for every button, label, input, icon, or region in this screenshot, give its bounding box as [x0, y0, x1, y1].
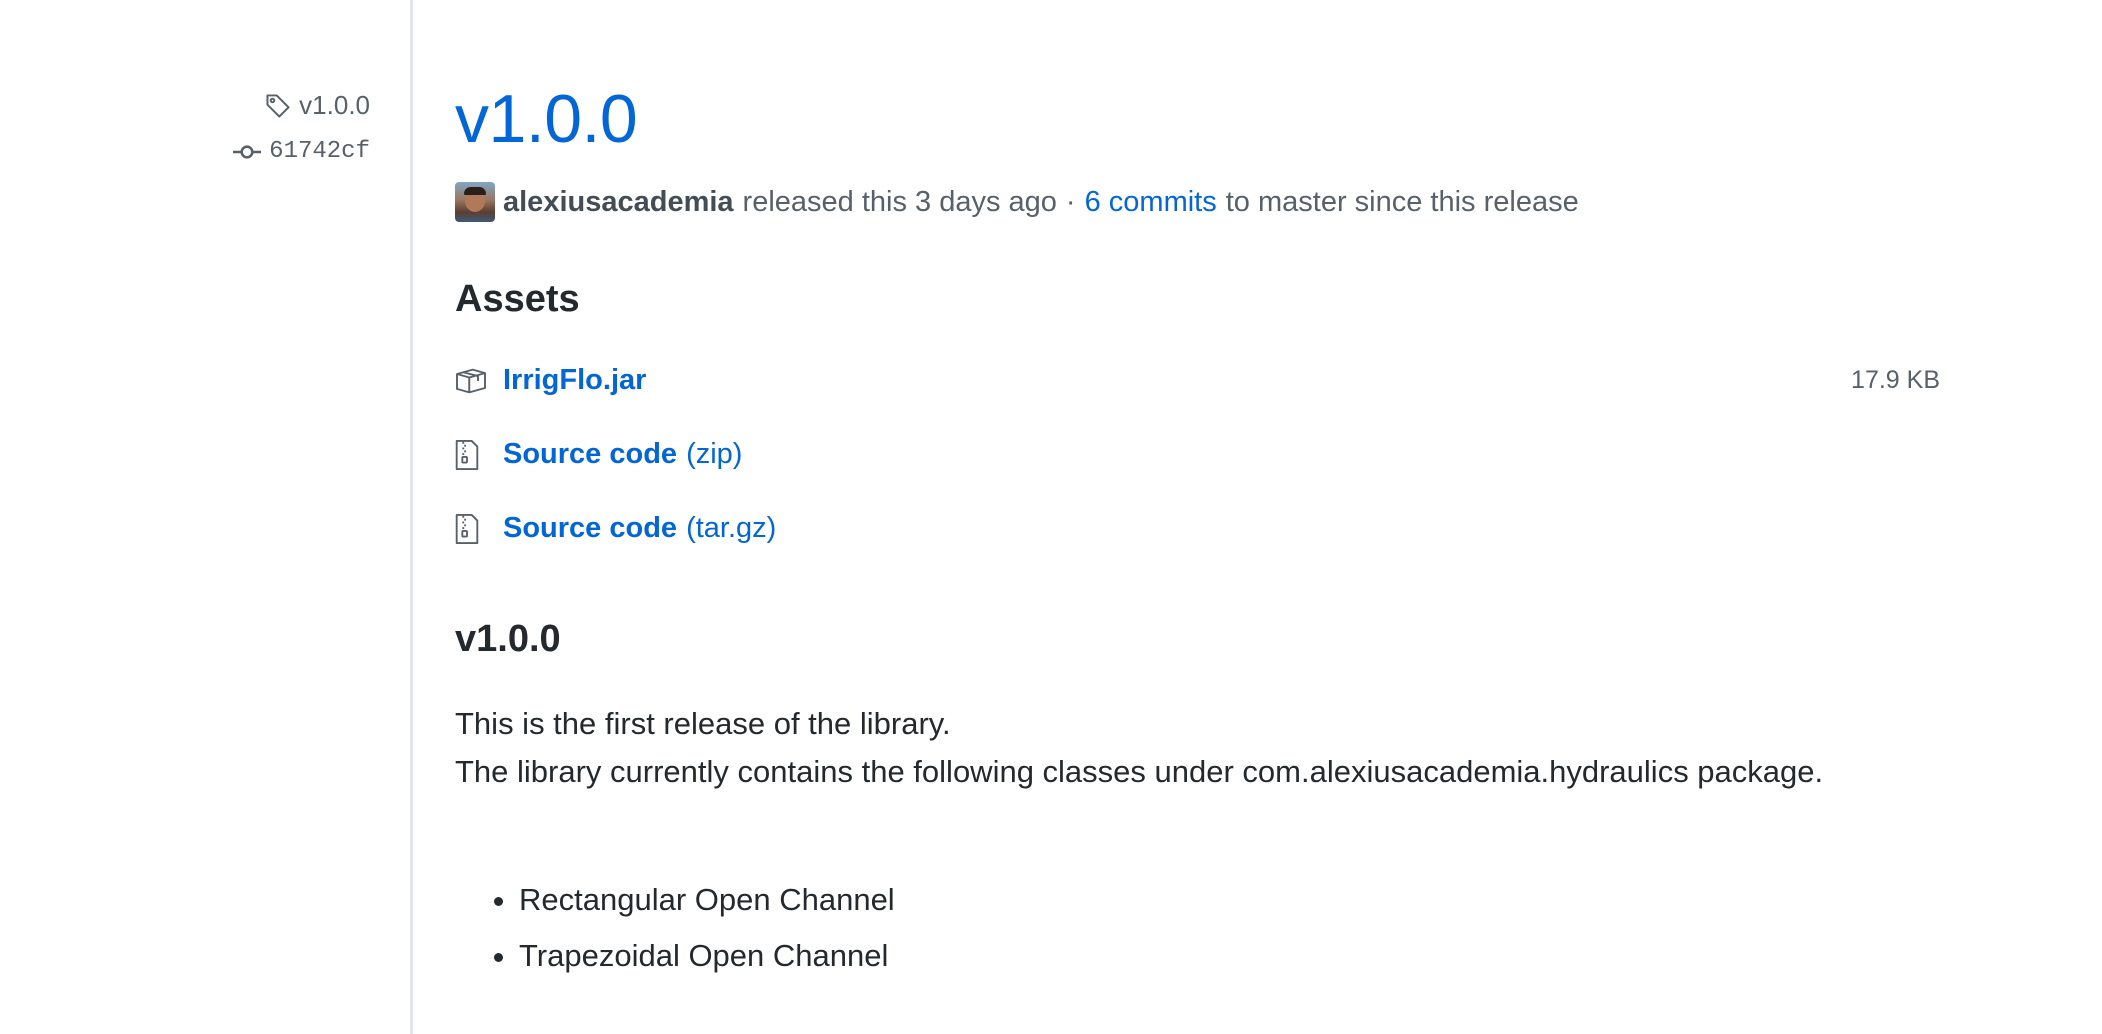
file-zip-icon [455, 439, 489, 470]
avatar[interactable] [455, 182, 495, 222]
asset-size: 17.9 KB [1851, 366, 1940, 394]
release-notes-body: This is the first release of the library… [455, 700, 1875, 796]
byline-separator: · [1065, 185, 1076, 218]
source-code-zip-ext[interactable]: (zip) [686, 438, 742, 471]
asset-row: IrrigFlo.jar 17.9 KB [455, 364, 1940, 397]
tag-icon [265, 93, 291, 119]
released-text: released this 3 days ago [742, 185, 1057, 218]
author-link[interactable]: alexiusacademia [503, 186, 734, 219]
release-page: v1.0.0 61742cf v1.0.0 alexiusacademia re… [0, 0, 2102, 1034]
list-item: Rectangular Open Channel [519, 872, 895, 928]
notes-line: The library currently contains the follo… [455, 754, 1824, 789]
release-title[interactable]: v1.0.0 [455, 82, 638, 157]
notes-class-list: Rectangular Open Channel Trapezoidal Ope… [455, 872, 895, 984]
list-item: Trapezoidal Open Channel [519, 928, 895, 984]
tag-link[interactable]: v1.0.0 [265, 90, 370, 121]
source-code-targz-link[interactable]: Source code [503, 512, 677, 545]
commits-link[interactable]: 6 commits [1085, 186, 1217, 219]
asset-row: Source code (zip) [455, 438, 1940, 471]
source-code-zip-link[interactable]: Source code [503, 438, 677, 471]
assets-heading: Assets [455, 278, 580, 320]
commit-sha: 61742cf [269, 138, 370, 165]
tag-label: v1.0.0 [299, 90, 370, 120]
commits-suffix: to master since this release [1225, 185, 1579, 218]
file-zip-icon [455, 513, 489, 544]
notes-line: This is the first release of the library… [455, 706, 951, 741]
source-code-targz-ext[interactable]: (tar.gz) [686, 512, 776, 545]
asset-link-jar[interactable]: IrrigFlo.jar [503, 364, 646, 397]
release-meta-sidebar: v1.0.0 61742cf [0, 0, 410, 1034]
release-byline: alexiusacademia released this 3 days ago… [455, 182, 1579, 222]
commit-link[interactable]: 61742cf [233, 138, 370, 165]
release-notes-heading: v1.0.0 [455, 618, 561, 660]
package-icon [455, 367, 489, 395]
avatar-hair [464, 187, 486, 195]
column-divider [410, 0, 413, 1034]
git-commit-icon [233, 142, 262, 162]
asset-row: Source code (tar.gz) [455, 512, 1940, 545]
